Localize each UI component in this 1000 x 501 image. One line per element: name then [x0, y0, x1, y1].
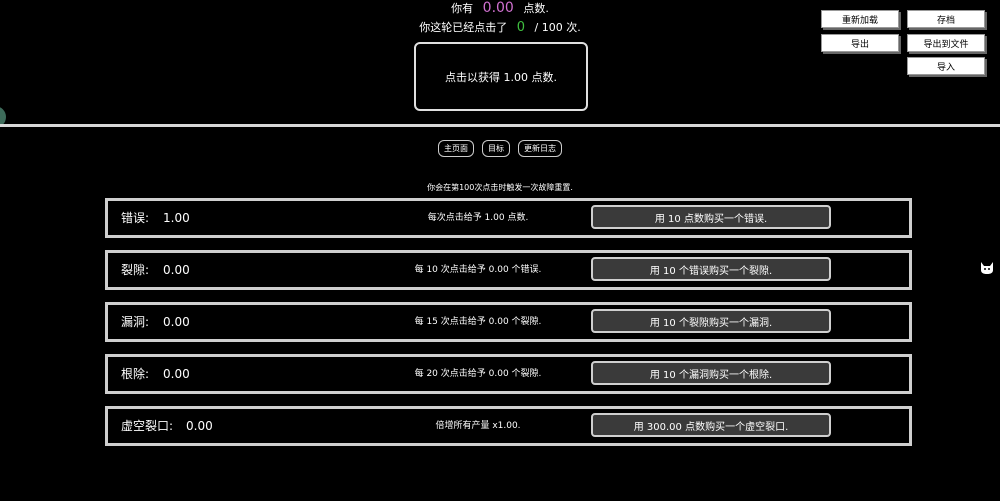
- generator-name: 漏洞:: [121, 315, 150, 329]
- generator-amount: 0.00: [186, 419, 213, 433]
- points-prefix: 你有: [451, 2, 474, 15]
- generator-name: 虚空裂口:: [121, 419, 174, 433]
- generator-row-bug: 漏洞: 0.00 每 15 次点击给予 0.00 个裂隙. 用 10 个裂隙购买…: [105, 302, 912, 342]
- buy-eradicate-button[interactable]: 用 10 个漏洞购买一个根除.: [591, 361, 831, 385]
- generator-amount: 0.00: [163, 263, 190, 277]
- main-click-button[interactable]: 点击以获得 1.00 点数.: [414, 42, 588, 111]
- generator-row-eradicate: 根除: 0.00 每 20 次点击给予 0.00 个裂隙. 用 10 个漏洞购买…: [105, 354, 912, 394]
- tab-goals[interactable]: 目标: [482, 140, 510, 157]
- save-button[interactable]: 存档: [907, 10, 985, 28]
- generator-name: 根除:: [121, 367, 150, 381]
- generator-row-void-rift: 虚空裂口: 0.00 倍增所有产量 x1.00. 用 300.00 点数购买一个…: [105, 406, 912, 446]
- generator-row-error: 错误: 1.00 每次点击给予 1.00 点数. 用 10 点数购买一个错误.: [105, 198, 912, 238]
- tab-bar: 主页面 目标 更新日志: [0, 140, 1000, 157]
- generator-amount: 0.00: [163, 367, 190, 381]
- cat-icon[interactable]: [980, 261, 994, 275]
- points-value: 0.00: [482, 0, 514, 16]
- buy-bug-button[interactable]: 用 10 个裂隙购买一个漏洞.: [591, 309, 831, 333]
- buy-void-rift-button[interactable]: 用 300.00 点数购买一个虚空裂口.: [591, 413, 831, 437]
- clicks-prefix: 你这轮已经点击了: [419, 21, 508, 34]
- clicks-suffix: / 100 次.: [534, 21, 581, 34]
- generator-amount: 0.00: [163, 315, 190, 329]
- import-button[interactable]: 导入: [907, 57, 985, 75]
- buy-rift-button[interactable]: 用 10 个错误购买一个裂隙.: [591, 257, 831, 281]
- generator-name: 错误:: [121, 211, 150, 225]
- export-to-file-button[interactable]: 导出到文件: [907, 34, 985, 52]
- reload-button[interactable]: 重新加载: [821, 10, 899, 28]
- generator-name: 裂隙:: [121, 263, 150, 277]
- generator-amount: 1.00: [163, 211, 190, 225]
- divider: [0, 124, 1000, 127]
- generator-row-rift: 裂隙: 0.00 每 10 次点击给予 0.00 个错误. 用 10 个错误购买…: [105, 250, 912, 290]
- clicks-value: 0: [516, 20, 526, 35]
- export-button[interactable]: 导出: [821, 34, 899, 52]
- points-suffix: 点数.: [523, 2, 549, 15]
- tab-main[interactable]: 主页面: [438, 140, 474, 157]
- reset-notice: 你会在第100次点击时触发一次故障重置.: [427, 183, 573, 192]
- tab-changelog[interactable]: 更新日志: [518, 140, 562, 157]
- buy-error-button[interactable]: 用 10 点数购买一个错误.: [591, 205, 831, 229]
